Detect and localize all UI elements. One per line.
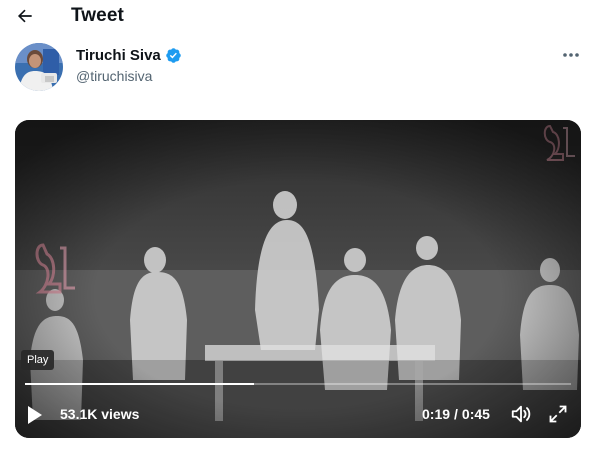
more-options-button[interactable] [559, 45, 583, 65]
tweet-author: Tiruchi Siva @tiruchisiva [15, 43, 585, 93]
avatar[interactable] [15, 43, 63, 91]
top-bar: Tweet [0, 0, 600, 32]
current-time: 0:19 [422, 406, 451, 422]
fullscreen-button[interactable] [548, 404, 568, 424]
video-progress-bar[interactable] [25, 383, 571, 385]
video-frame [15, 120, 581, 438]
author-handle[interactable]: @tiruchisiva [76, 68, 152, 84]
play-icon [28, 406, 42, 424]
page-title: Tweet [71, 5, 124, 26]
more-horizontal-icon [563, 53, 579, 57]
fullscreen-icon [549, 405, 567, 423]
view-count: 53.1K views [60, 406, 140, 422]
volume-icon [511, 405, 531, 423]
duration: 0:45 [461, 406, 490, 422]
volume-button[interactable] [510, 403, 532, 425]
time-separator: / [454, 406, 458, 422]
video-progress-fill [25, 383, 255, 385]
video-time: 0:19/0:45 [422, 406, 490, 422]
verified-badge-icon [165, 47, 182, 64]
back-button[interactable] [12, 4, 38, 28]
author-name-link[interactable]: Tiruchi Siva [76, 47, 182, 64]
arrow-left-icon [17, 9, 32, 23]
video-player[interactable] [15, 120, 581, 438]
play-tooltip: Play [21, 350, 55, 370]
author-name: Tiruchi Siva [76, 47, 161, 64]
play-button[interactable] [27, 402, 49, 428]
